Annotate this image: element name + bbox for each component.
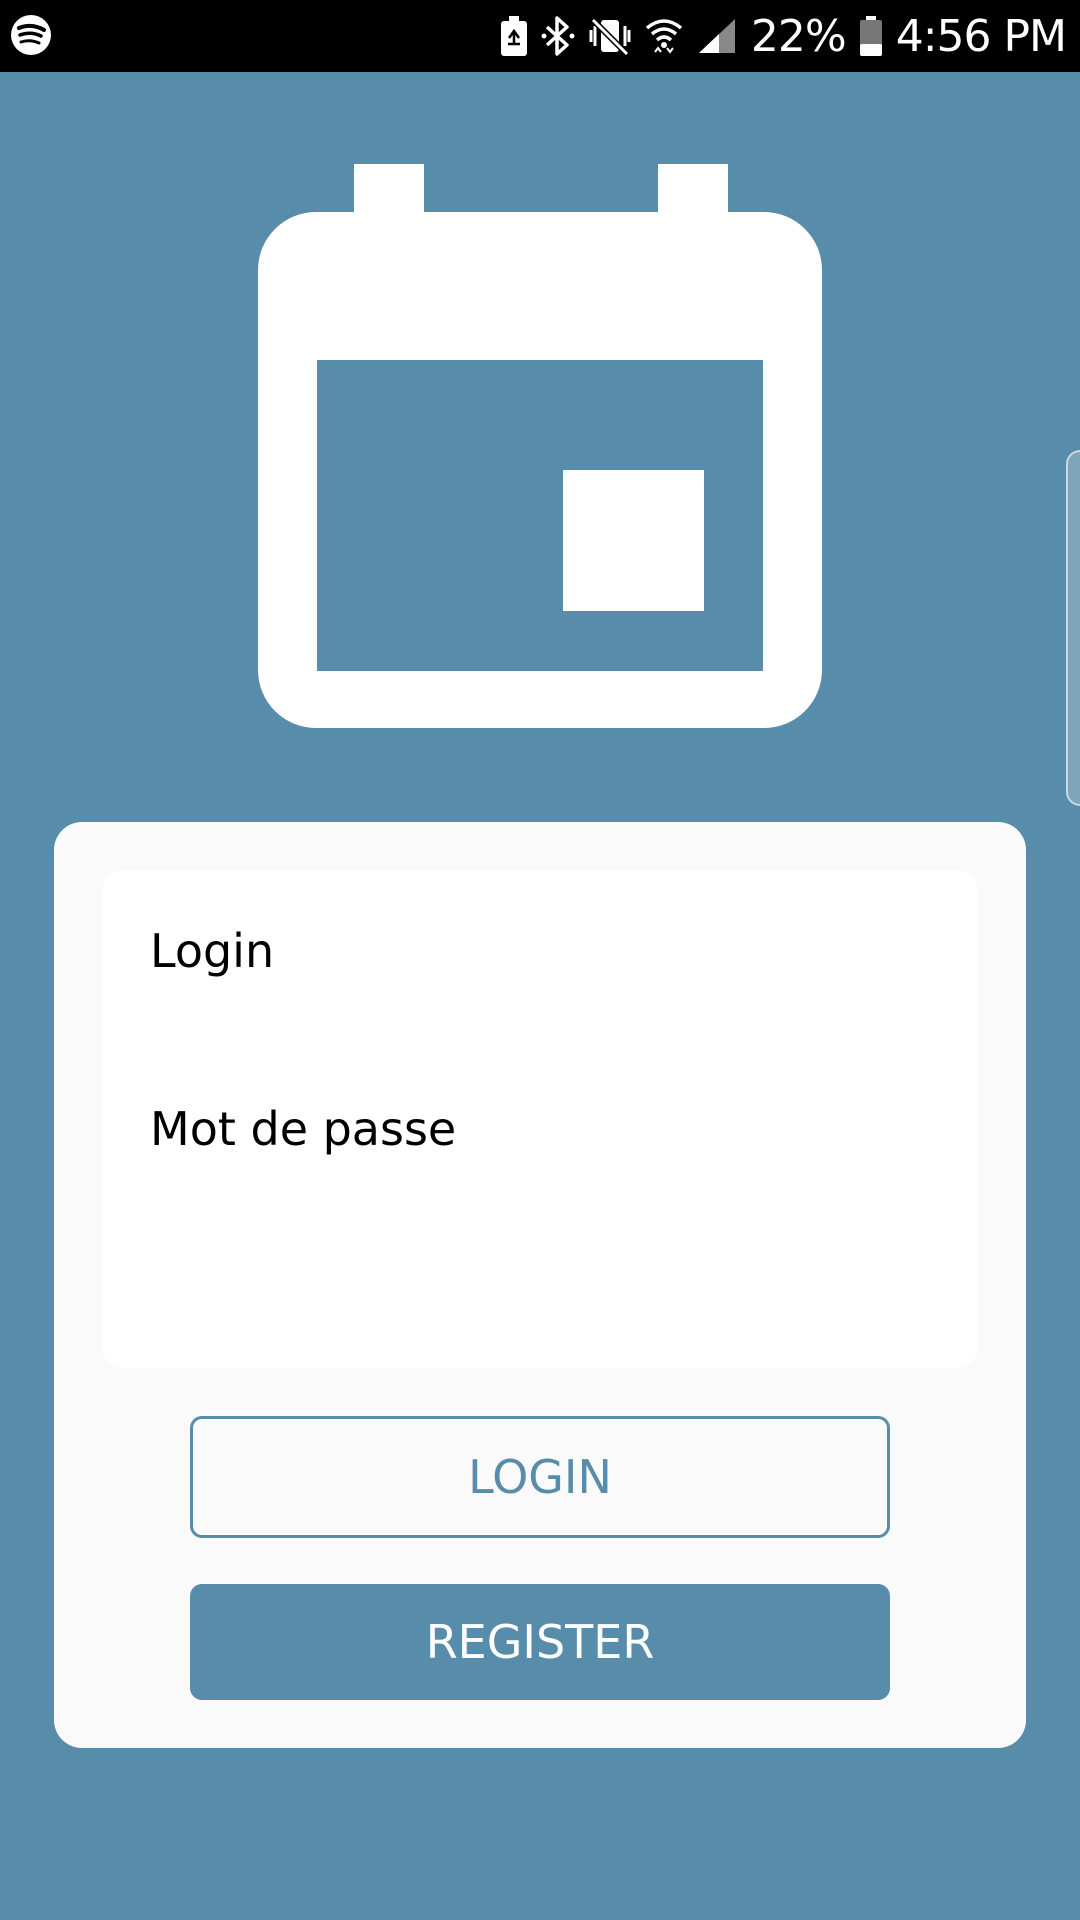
password-label: Mot de passe: [150, 1102, 457, 1156]
login-input[interactable]: [150, 996, 930, 1056]
login-button[interactable]: LOGIN: [190, 1416, 890, 1538]
battery-icon: [859, 16, 882, 56]
calendar-icon: [258, 164, 822, 733]
status-bar: 22% 4:56 PM: [0, 0, 1080, 72]
register-button[interactable]: REGISTER: [190, 1584, 890, 1700]
clock: 4:56 PM: [895, 10, 1067, 62]
battery-percent: 22%: [750, 10, 847, 62]
battery-saver-icon: [500, 16, 527, 56]
bluetooth-icon: [541, 15, 575, 57]
vibrate-mute-icon: [589, 16, 631, 56]
login-label: Login: [150, 924, 275, 978]
login-card: Login Mot de passe LOGIN REGISTER: [54, 822, 1026, 1748]
spotify-icon: [10, 14, 52, 61]
login-form: Login Mot de passe: [102, 870, 978, 1368]
wifi-icon: [645, 16, 683, 56]
edge-panel-handle[interactable]: [1066, 450, 1080, 806]
cell-signal-icon: [697, 17, 737, 55]
password-input[interactable]: [150, 1174, 930, 1234]
